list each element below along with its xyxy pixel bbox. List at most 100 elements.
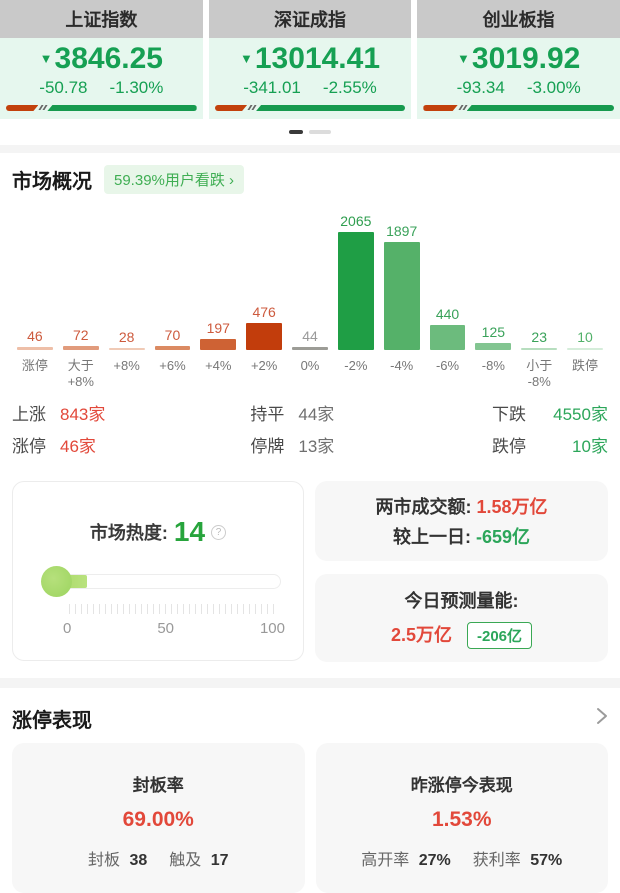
chart-bar [292, 347, 328, 350]
chart-bar [155, 346, 191, 350]
index-card-body: ▼3846.25-50.78 -1.30% [0, 38, 203, 119]
chart-axis-label: 涨停 [14, 358, 56, 396]
ratio-bar-up-segment [215, 105, 247, 111]
sentiment-badge[interactable]: 59.39%用户看跌 › [104, 165, 244, 194]
stats-label: 持平 [250, 400, 284, 425]
limit-up-stat: 获利率 57% [473, 846, 562, 870]
chart-bar [200, 339, 236, 350]
section-divider [0, 145, 620, 153]
forecast-value: 2.5万亿 [391, 625, 452, 645]
index-card[interactable]: 创业板指▼3019.92-93.34-3.00% [417, 0, 620, 119]
index-value: ▼13014.41 [215, 42, 406, 76]
chart-bar-value: 28 [119, 329, 135, 345]
heat-gauge-track [55, 574, 281, 589]
chart-column: 23 [521, 329, 557, 350]
stats-column: 下跌4550家跌停 10家 [423, 400, 608, 457]
heat-scale-label: 0 [63, 620, 71, 637]
index-value-number: 13014.41 [255, 42, 380, 76]
index-change-pct: -1.30% [110, 78, 164, 98]
chart-column: 1897 [384, 223, 420, 350]
chart-bar-value: 476 [252, 304, 275, 320]
index-change-row: -93.34 -3.00% [423, 78, 614, 98]
limit-up-header[interactable]: 涨停表现 [0, 688, 620, 743]
chart-bar [246, 323, 282, 350]
pager-dot[interactable] [309, 130, 331, 134]
chart-column: 70 [155, 327, 191, 350]
chart-column: 72 [63, 327, 99, 350]
ratio-bar-up-segment [423, 105, 457, 111]
ratio-bar-up-segment [6, 105, 38, 111]
index-change: -50.78 [39, 78, 87, 98]
stats-value: 10家 [572, 432, 608, 457]
pager-dot-active[interactable] [289, 130, 303, 134]
chart-axis-label: +8% [106, 358, 148, 396]
stats-value: 843家 [60, 400, 105, 425]
turnover-value: 1.58万亿 [476, 497, 547, 517]
forecast-label: 今日预测量能: [405, 587, 519, 613]
index-cards-row: 上证指数▼3846.25-50.78-1.30%深证成指▼13014.41-34… [0, 0, 620, 119]
ratio-bar-separator [458, 105, 467, 111]
chart-bar [521, 348, 557, 350]
up-down-ratio-bar [215, 105, 406, 111]
stats-label: 停牌 [250, 432, 284, 457]
index-change-pct: -3.00% [527, 78, 581, 98]
index-card[interactable]: 深证成指▼13014.41-341.01-2.55% [209, 0, 412, 119]
chart-bar [384, 242, 420, 350]
index-change-pct: -2.55% [323, 78, 377, 98]
stats-row: 停牌 13家 [250, 432, 423, 457]
stats-value: 46家 [60, 432, 96, 457]
chart-bar-value: 72 [73, 327, 89, 343]
stats-column: 上涨843家涨停46家 [12, 400, 250, 457]
heat-gauge-ticks [69, 604, 279, 614]
up-down-ratio-bar [423, 105, 614, 111]
carousel-pager [0, 119, 620, 145]
stats-value: 13家 [298, 432, 334, 457]
stats-row: 跌停 10家 [492, 432, 608, 457]
limit-up-stat: 高开率 27% [361, 846, 450, 870]
chart-bar [567, 348, 603, 350]
stats-row: 下跌4550家 [492, 400, 608, 425]
help-icon[interactable]: ? [211, 525, 226, 540]
limit-up-card-value: 1.53% [316, 808, 609, 832]
limit-up-stat: 封板 38 [88, 846, 147, 870]
chart-column: 10 [567, 329, 603, 350]
limit-up-title: 涨停表现 [12, 704, 92, 733]
index-change: -341.01 [243, 78, 301, 98]
index-change: -93.34 [457, 78, 505, 98]
turnover-diff-value: -659亿 [476, 527, 530, 547]
chart-bar-value: 44 [302, 328, 318, 344]
limit-up-cards-row: 封板率69.00%封板 38触及 17昨涨停今表现1.53%高开率 27%获利率… [0, 743, 620, 893]
heat-gauge [27, 568, 289, 602]
limit-up-card[interactable]: 昨涨停今表现1.53%高开率 27%获利率 57% [316, 743, 609, 893]
index-value: ▼3019.92 [423, 42, 614, 76]
chart-axis-label: 大于 +8% [60, 358, 102, 396]
limit-up-card-stats: 高开率 27% 获利率 57% [316, 846, 609, 870]
index-name: 上证指数 [0, 0, 203, 38]
chart-bar [430, 325, 466, 350]
stats-row: 上涨843家 [12, 400, 250, 425]
index-change-row: -50.78 -1.30% [6, 78, 197, 98]
chart-column: 46 [17, 328, 53, 350]
down-arrow-icon: ▼ [40, 42, 53, 76]
limit-up-stat: 触及 17 [169, 846, 228, 870]
index-card[interactable]: 上证指数 ▼3846.25-50.78 -1.30% [0, 0, 203, 119]
chart-bar-value: 125 [482, 324, 505, 340]
stats-label: 跌停 [492, 432, 526, 457]
heat-gauge-scale: 050100 [27, 614, 289, 637]
slash-mark [252, 105, 257, 110]
stats-row: 持平44家 [250, 400, 423, 425]
chart-axis-label: 跌停 [564, 358, 606, 396]
chart-column: 476 [246, 304, 282, 350]
chart-column: 197 [200, 320, 236, 350]
limit-up-card[interactable]: 封板率69.00%封板 38触及 17 [12, 743, 305, 893]
chart-bar-value: 23 [531, 329, 547, 345]
chart-bar [475, 343, 511, 350]
index-value-number: 3846.25 [55, 42, 163, 76]
market-heat-card: 市场热度: 14 ? 050100 [12, 481, 304, 661]
chart-axis-label: +4% [197, 358, 239, 396]
limit-up-card-title: 封板率 [12, 771, 305, 796]
chart-bar [109, 348, 145, 350]
chart-axis-label: 0% [289, 358, 331, 396]
chart-bar [63, 346, 99, 350]
chart-bar-value: 2065 [340, 213, 371, 229]
